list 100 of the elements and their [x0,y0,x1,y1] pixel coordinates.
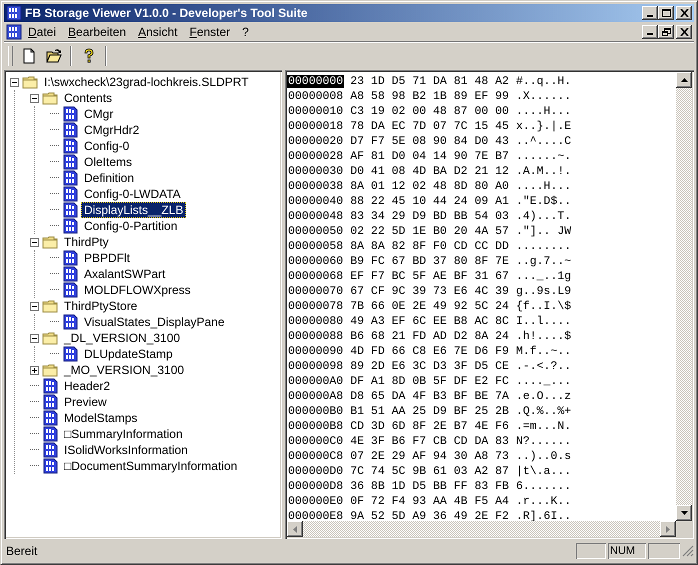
hex-bytes: 7C 74 5C 9B 61 03 A2 87 [350,465,509,478]
ascii-text: .4)...T. [516,210,572,223]
ascii-text: g..9s.L9 [516,285,572,298]
minimize-button[interactable] [642,24,658,38]
menu-item[interactable]: Bearbeiten [62,24,132,40]
offset-cell[interactable]: 000000D0 [287,465,344,478]
offset-cell[interactable]: 00000070 [287,285,344,298]
offset-cell[interactable]: 000000C8 [287,450,344,463]
hex-bytes: AF 81 D0 04 14 90 7E B7 [350,150,509,163]
offset-cell[interactable]: 00000060 [287,255,344,268]
minimize-button[interactable] [642,6,658,20]
tree-item[interactable]: MOLDFLOWXpress [81,282,194,298]
tree-item[interactable]: _MO_VERSION_3100 [61,362,188,378]
offset-cell[interactable]: 00000098 [287,360,344,373]
ascii-text: ."E.D$.. [516,195,572,208]
menu-item[interactable]: Datei [22,24,62,40]
tree-item[interactable]: Header2 [61,378,114,394]
horizontal-scrollbar[interactable] [287,521,676,537]
hex-bytes: A8 58 98 B2 1B 89 EF 99 [350,90,509,103]
status-indicator: NUM [608,543,646,559]
offset-cell[interactable]: 00000058 [287,240,344,253]
offset-cell[interactable]: 00000000 [287,75,344,88]
offset-cell[interactable]: 00000050 [287,225,344,238]
ascii-text: ......~. [516,150,572,163]
binary-file-icon [62,170,78,186]
tree-item[interactable]: ModelStamps [61,410,140,426]
tree-item[interactable]: Preview [61,394,110,410]
menu-item[interactable]: Ansicht [132,24,184,40]
offset-cell[interactable]: 00000078 [287,300,344,313]
tree-item[interactable]: ThirdPty [61,234,112,250]
tree-item[interactable]: ThirdPtyStore [61,298,140,314]
hex-bytes: 67 CF 9C 39 73 E6 4C 39 [350,285,509,298]
tree-item[interactable]: CMgr [81,106,116,122]
tree-item[interactable]: Contents [61,90,116,106]
offset-cell[interactable]: 00000090 [287,345,344,358]
hex-bytes: 9A 52 5D A9 36 49 2E F2 [350,510,509,521]
restore-icon [662,28,670,36]
tree-item[interactable]: ISolidWorksInformation [61,442,191,458]
tree-item[interactable]: OleItems [81,154,136,170]
window-title: FB Storage Viewer V1.0.0 - Developer's Tool Suite [25,6,308,20]
tree-item[interactable]: Config-0 [81,138,132,154]
binary-file-icon [62,218,78,234]
binary-file-icon [62,282,78,298]
offset-cell[interactable]: 00000008 [287,90,344,103]
tree-item[interactable]: DisplayLists__ZLB [81,202,186,218]
menu-item[interactable]: Fenster [183,24,236,40]
hex-bytes: 0F 72 F4 93 AA 4B F5 A4 [350,495,509,508]
ascii-text: .A.M..!. [516,165,572,178]
offset-cell[interactable]: 000000A8 [287,390,344,403]
offset-cell[interactable]: 00000080 [287,315,344,328]
expand-icon[interactable] [30,366,39,374]
tree-item[interactable]: AxalantSWPart [81,266,168,282]
scroll-down-button[interactable] [676,505,692,521]
offset-cell[interactable]: 00000040 [287,195,344,208]
offset-cell[interactable]: 000000E0 [287,495,344,508]
offset-cell[interactable]: 00000018 [287,120,344,133]
folder-icon [42,234,58,250]
collapse-icon[interactable] [30,238,39,246]
maximize-button[interactable] [658,6,674,20]
ascii-text: {f..I.\$ [516,300,572,313]
tree-item[interactable]: _DL_VERSION_3100 [61,330,184,346]
offset-cell[interactable]: 000000B8 [287,420,344,433]
offset-cell[interactable]: 000000B0 [287,405,344,418]
offset-cell[interactable]: 000000E8 [287,510,344,521]
offset-cell[interactable]: 00000038 [287,180,344,193]
collapse-icon[interactable] [30,302,39,310]
offset-cell[interactable]: 000000D8 [287,480,344,493]
offset-cell[interactable]: 000000C0 [287,435,344,448]
resize-grip-icon[interactable] [682,545,694,557]
tree-item[interactable]: VisualStates_DisplayPane [81,314,228,330]
binary-file-icon [62,186,78,202]
tree-item[interactable]: I:\swxcheck\23grad-lochkreis.SLDPRT [41,74,252,90]
close-button[interactable] [676,24,692,38]
offset-cell[interactable]: 00000030 [287,165,344,178]
tree-item[interactable]: CMgrHdr2 [81,122,142,138]
vertical-scrollbar[interactable] [676,72,692,521]
tree-item[interactable]: □SummaryInformation [61,426,186,442]
offset-cell[interactable]: 00000088 [287,330,344,343]
tree-item[interactable]: Config-0-Partition [81,218,180,234]
tree-item[interactable]: Definition [81,170,138,186]
scroll-up-button[interactable] [676,72,692,88]
offset-cell[interactable]: 00000010 [287,105,344,118]
tree-item[interactable]: DLUpdateStamp [81,346,176,362]
tree-item[interactable]: Config-0-LWDATA [81,186,184,202]
scroll-right-button[interactable] [660,521,676,537]
collapse-icon[interactable] [10,78,19,86]
restore-button[interactable] [658,24,674,38]
offset-cell[interactable]: 00000068 [287,270,344,283]
menu-item[interactable]: ? [236,24,255,40]
collapse-icon[interactable] [30,94,39,102]
offset-cell[interactable]: 000000A0 [287,375,344,388]
offset-cell[interactable]: 00000020 [287,135,344,148]
close-button[interactable] [676,6,692,20]
tree-item[interactable]: PBPDFlt [81,250,134,266]
offset-cell[interactable]: 00000028 [287,150,344,163]
scroll-left-button[interactable] [287,521,303,537]
offset-cell[interactable]: 00000048 [287,210,344,223]
document-icon[interactable] [6,24,22,40]
collapse-icon[interactable] [30,334,39,342]
tree-item[interactable]: □DocumentSummaryInformation [61,458,240,474]
